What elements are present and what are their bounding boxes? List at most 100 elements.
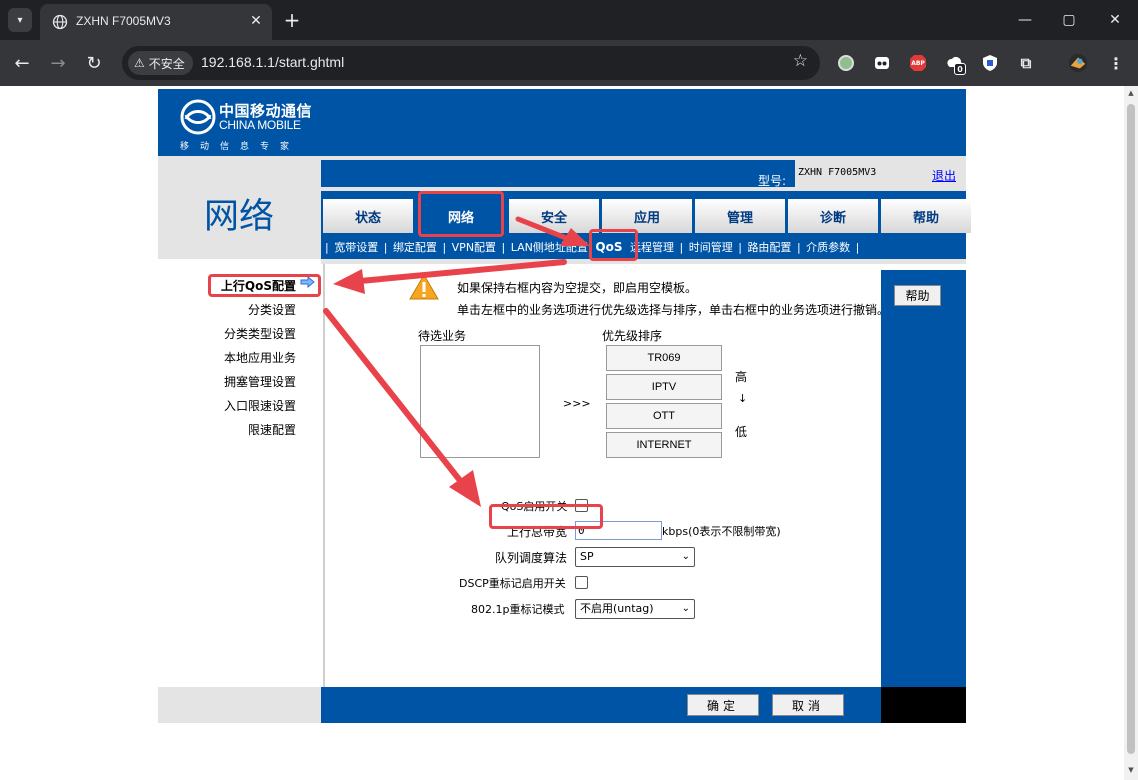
globe-icon	[52, 14, 68, 30]
bottom-right-corner	[881, 687, 966, 723]
logo-slogan: 移动信息专家	[180, 142, 301, 152]
scroll-thumb[interactable]	[1127, 104, 1135, 754]
priority-item-iptv[interactable]: IPTV	[606, 374, 722, 400]
priority-order-label: 优先级排序	[602, 329, 663, 343]
priority-high-label: 高	[735, 370, 748, 384]
dot1p-mode-value: 不启用(untag)	[580, 602, 654, 615]
puzzle-extensions-icon[interactable]: ⧉	[1016, 53, 1036, 73]
subtab-lan[interactable]: LAN侧地址配置	[511, 241, 588, 254]
dscp-label: DSCP重标记启用开关	[459, 577, 566, 590]
subtab-media[interactable]: 介质参数	[806, 241, 850, 254]
qos-config-content: 如果保持右框内容为空提交，即启用空模板。 单击左框中的业务选项进行优先级选择与排…	[323, 264, 883, 687]
highlight-qos-switch	[489, 504, 603, 529]
dot1p-mode-select[interactable]: 不启用(untag) ⌄	[575, 599, 695, 619]
highlight-network-tab	[418, 191, 504, 237]
priority-item-tr069[interactable]: TR069	[606, 345, 722, 371]
scrollbar[interactable]: ▲ ▼	[1124, 86, 1138, 780]
sidebar-item-class-type[interactable]: 分类类型设置	[224, 325, 296, 342]
warning-text-line1: 如果保持右框内容为空提交，即启用空模板。	[457, 281, 698, 295]
scroll-up-icon[interactable]: ▲	[1127, 89, 1135, 99]
china-mobile-logo-icon	[180, 99, 216, 135]
window-close-icon[interactable]: ✕	[1100, 6, 1130, 34]
extension-circle-icon[interactable]	[836, 53, 856, 73]
insecure-label: 不安全	[148, 56, 185, 71]
help-button[interactable]: 帮助	[894, 285, 941, 306]
sidebar-bottom-fill	[158, 687, 321, 723]
shield-extension-icon[interactable]	[980, 53, 1000, 73]
chevron-down-icon: ⌄	[681, 551, 690, 562]
extension-badge: 0	[954, 63, 966, 75]
model-bar: 型号: ZXHN F7005MV3 退出	[321, 156, 966, 191]
chevron-down-icon: ⌄	[681, 603, 690, 614]
highlight-upstream-qos-item	[208, 274, 321, 297]
move-right-glyph: >>>	[563, 397, 591, 410]
subtab-time[interactable]: 时间管理	[689, 241, 733, 254]
model-label: 型号:	[758, 174, 787, 188]
priority-item-internet[interactable]: INTERNET	[606, 432, 722, 458]
pending-services-list[interactable]	[420, 345, 540, 458]
model-value: ZXHN F7005MV3	[798, 167, 877, 178]
tab-status[interactable]: 状态	[323, 199, 413, 233]
header-banner: 中国移动通信 CHINA MOBILE 移动信息专家	[158, 89, 966, 156]
warning-text-line2: 单击左框中的业务选项进行优先级选择与排序，单击右框中的业务选项进行撤销。	[457, 303, 883, 317]
forward-arrow-icon[interactable]: →	[44, 49, 72, 77]
new-tab-plus-icon[interactable]: +	[280, 8, 304, 32]
adblock-plus-icon[interactable]: ABP	[908, 53, 928, 73]
tab-search-chevron-icon[interactable]: ▾	[8, 8, 32, 32]
tab-help[interactable]: 帮助	[881, 199, 971, 233]
address-bar[interactable]: ⚠ 不安全 192.168.1.1/start.ghtml ☆	[122, 46, 820, 80]
queue-algo-value: SP	[580, 550, 594, 563]
back-arrow-icon[interactable]: ←	[8, 49, 36, 77]
priority-item-ott[interactable]: OTT	[606, 403, 722, 429]
bandwidth-unit: kbps(0表示不限制带宽)	[662, 525, 781, 538]
subtab-binding[interactable]: 绑定配置	[393, 241, 437, 254]
cloud-extension-icon[interactable]: 0	[944, 53, 966, 75]
browser-tab-bar: ▾ ZXHN F7005MV3 ✕ + — ▢ ✕	[0, 0, 1138, 40]
close-icon[interactable]: ✕	[246, 11, 266, 31]
section-title: 网络	[204, 197, 275, 237]
reload-icon[interactable]: ↻	[80, 49, 108, 77]
site-info-chip[interactable]: ⚠ 不安全	[128, 51, 193, 75]
kebab-menu-icon[interactable]: ⋮	[1106, 53, 1126, 73]
bookmark-star-icon[interactable]: ☆	[793, 51, 808, 71]
tab-management[interactable]: 管理	[695, 199, 785, 233]
page-viewport: 中国移动通信 CHINA MOBILE 移动信息专家 网络 型号: ZXHN F…	[0, 86, 1138, 780]
sidebar-item-rate-limit[interactable]: 限速配置	[248, 421, 296, 438]
sidebar: 上行QoS配置 分类设置 分类类型设置 本地应用业务 拥塞管理设置 入口限速设置…	[158, 259, 321, 687]
logo-english-text: CHINA MOBILE	[219, 118, 301, 132]
priority-low-label: 低	[735, 425, 748, 439]
browser-toolbar: ← → ↻ ⚠ 不安全 192.168.1.1/start.ghtml ☆ AB…	[0, 40, 1138, 86]
scroll-down-icon[interactable]: ▼	[1127, 766, 1135, 776]
subtab-route[interactable]: 路由配置	[747, 241, 791, 254]
sidebar-item-classification[interactable]: 分类设置	[248, 301, 296, 318]
sidebar-item-congestion[interactable]: 拥塞管理设置	[224, 373, 296, 390]
tab-title: ZXHN F7005MV3	[76, 14, 171, 28]
browser-tab-active[interactable]: ZXHN F7005MV3 ✕	[40, 4, 272, 40]
cancel-button[interactable]: 取消	[772, 694, 844, 716]
queue-algo-select[interactable]: SP ⌄	[575, 547, 695, 567]
tab-diagnosis[interactable]: 诊断	[788, 199, 878, 233]
logout-link[interactable]: 退出	[932, 167, 956, 184]
bottom-action-bar: 确定 取消	[321, 687, 881, 723]
confirm-button[interactable]: 确定	[687, 694, 759, 716]
dscp-enable-checkbox[interactable]	[575, 576, 588, 589]
dot1p-label: 802.1p重标记模式	[471, 603, 565, 616]
highlight-qos-subtab	[589, 229, 638, 261]
queue-algo-label: 队列调度算法	[495, 551, 568, 565]
minimize-icon[interactable]: —	[1010, 6, 1040, 34]
china-mobile-logo: 中国移动通信 CHINA MOBILE 移动信息专家	[180, 99, 312, 152]
tab-application[interactable]: 应用	[602, 199, 692, 233]
warning-triangle-icon: ⚠	[134, 56, 145, 70]
sidebar-item-ingress-rate[interactable]: 入口限速设置	[224, 397, 296, 414]
extension-mask-icon[interactable]	[872, 53, 892, 73]
subtab-broadband[interactable]: 宽带设置	[334, 241, 378, 254]
model-value-box: ZXHN F7005MV3 退出	[795, 160, 966, 187]
sub-tabs: | 宽带设置 | 绑定配置 | VPN配置 | LAN侧地址配置 QoS 远程管…	[321, 233, 966, 259]
sidebar-item-local-app[interactable]: 本地应用业务	[224, 349, 296, 366]
subtab-vpn[interactable]: VPN配置	[452, 241, 496, 254]
maximize-icon[interactable]: ▢	[1054, 6, 1084, 34]
url-text[interactable]: 192.168.1.1/start.ghtml	[201, 54, 344, 70]
tab-security[interactable]: 安全	[509, 199, 599, 233]
priority-down-arrow: ↓	[738, 392, 748, 405]
profile-avatar[interactable]	[1068, 53, 1088, 73]
